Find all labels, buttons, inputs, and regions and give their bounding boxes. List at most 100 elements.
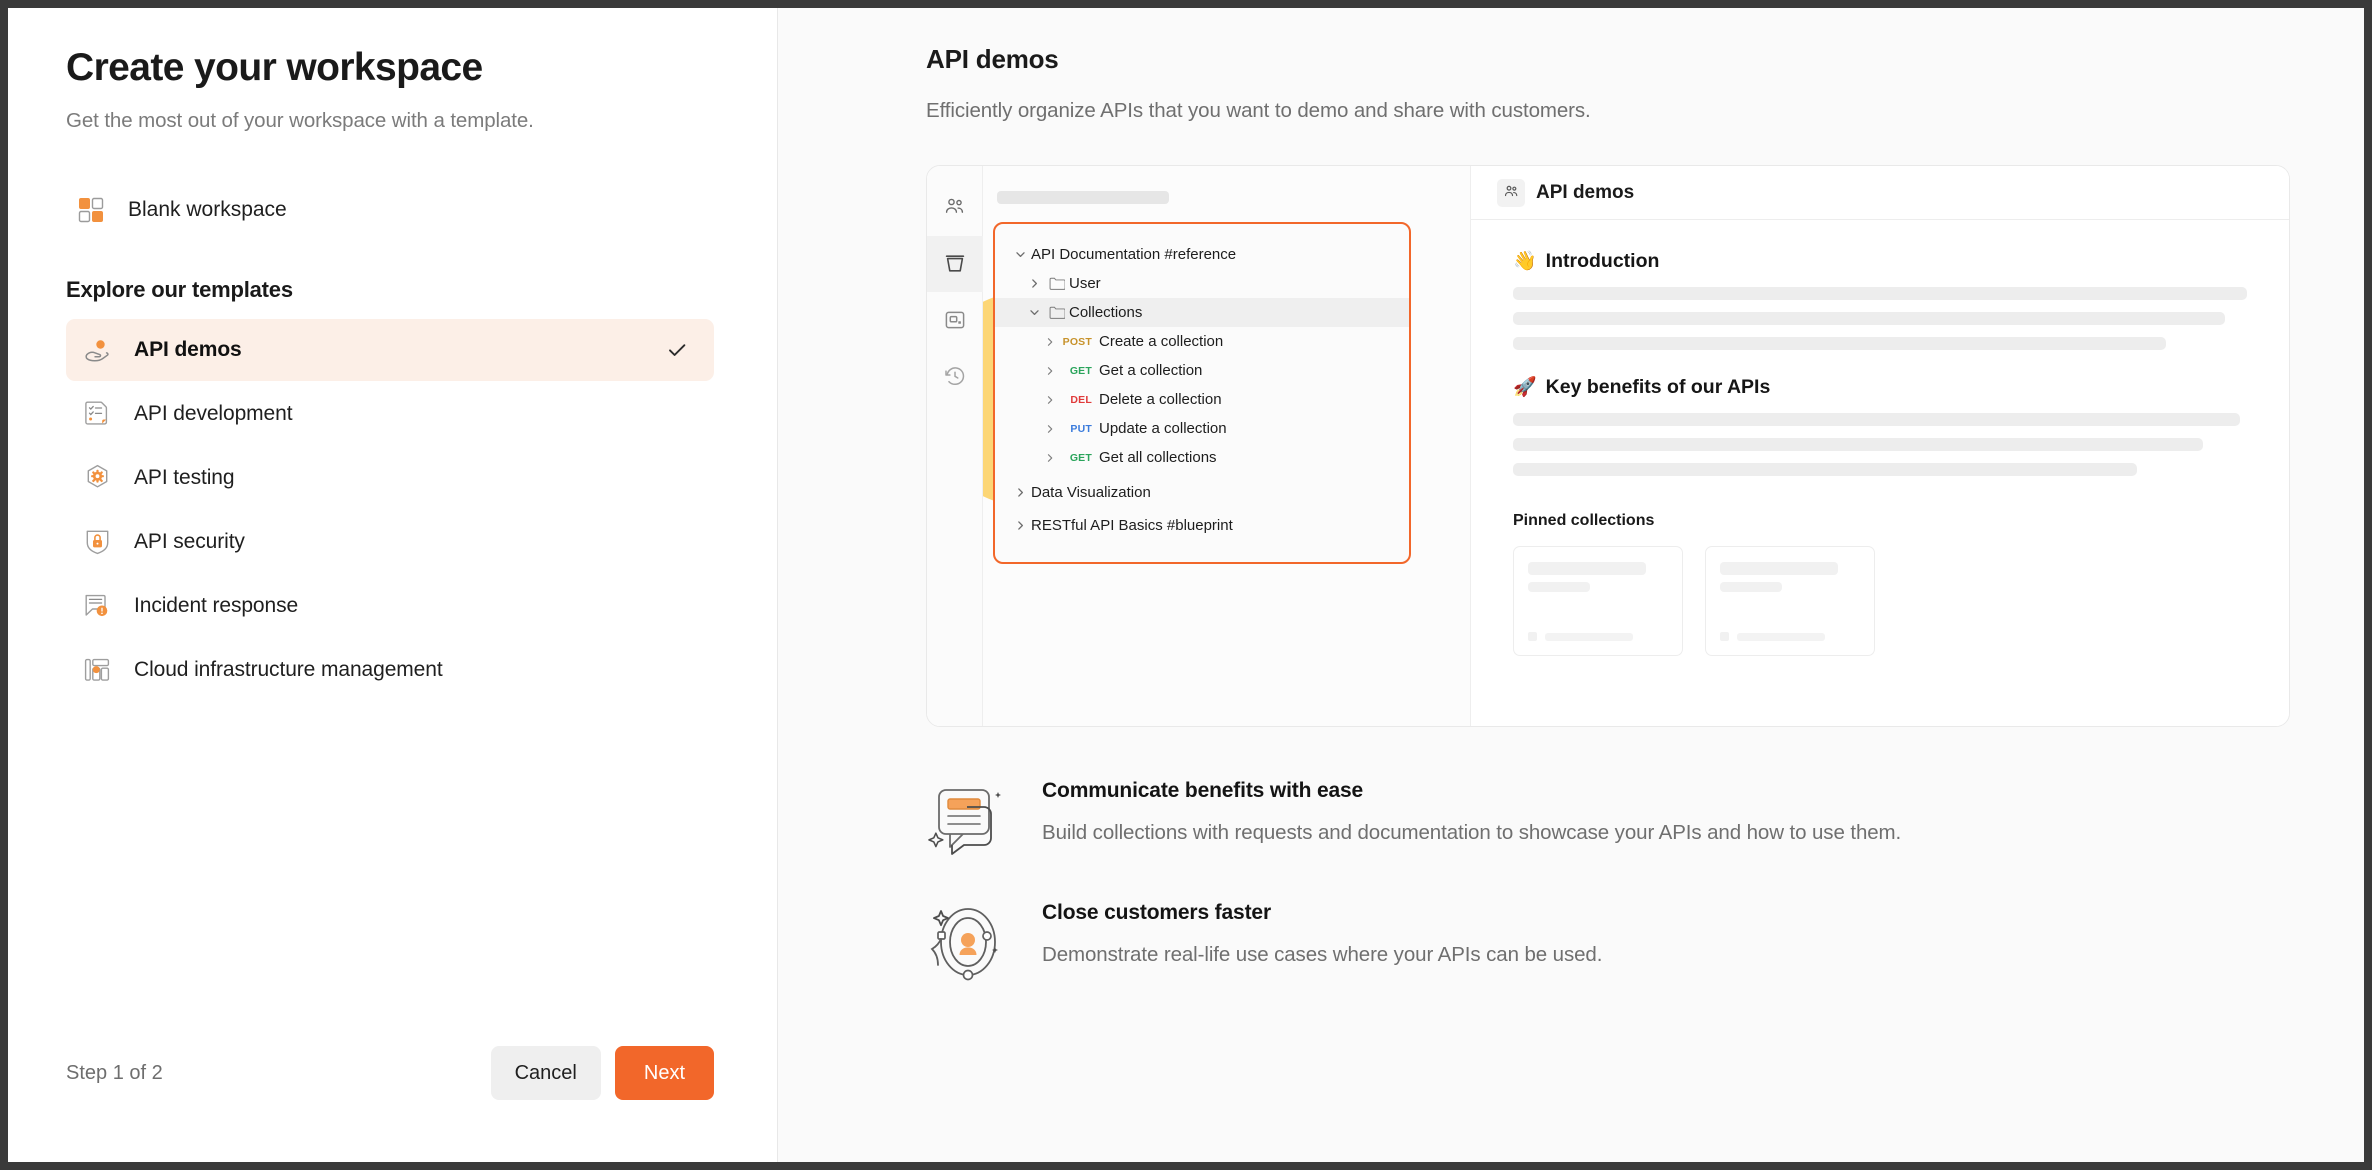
pinned-collection-card[interactable] bbox=[1513, 546, 1683, 656]
template-preview-card: API demos 👋 Introduction 🚀 bbox=[926, 165, 2290, 727]
tree-row-request[interactable]: GET Get all collections bbox=[995, 443, 1409, 472]
workspace-creation-dialog: Create your workspace Get the most out o… bbox=[8, 8, 2364, 1162]
cancel-button[interactable]: Cancel bbox=[491, 1046, 601, 1100]
template-item-api-testing[interactable]: API testing bbox=[66, 447, 714, 509]
tree-row-label: Get all collections bbox=[1099, 449, 1217, 466]
chevron-right-icon[interactable] bbox=[1009, 486, 1031, 499]
preview-main: API demos 👋 Introduction 🚀 bbox=[1471, 166, 2289, 726]
chevron-right-icon[interactable] bbox=[1023, 277, 1045, 290]
chat-alert-icon bbox=[82, 591, 112, 621]
hand-offer-icon bbox=[82, 335, 112, 365]
chevron-right-icon[interactable] bbox=[1039, 452, 1061, 464]
history-clock-icon[interactable] bbox=[927, 348, 983, 404]
chevron-right-icon[interactable] bbox=[1039, 394, 1061, 406]
tree-row-request[interactable]: DEL Delete a collection bbox=[995, 385, 1409, 414]
template-label: Cloud infrastructure management bbox=[134, 658, 443, 682]
chevron-right-icon[interactable] bbox=[1039, 336, 1061, 348]
feature-row: Close customers faster Demonstrate real-… bbox=[926, 901, 2290, 983]
tree-row-collection[interactable]: Data Visualization bbox=[995, 478, 1409, 507]
chevron-right-icon[interactable] bbox=[1039, 423, 1061, 435]
tree-row-collection[interactable]: API Documentation #reference bbox=[995, 240, 1409, 269]
tree-row-label: Update a collection bbox=[1099, 420, 1227, 437]
doc-skeleton-block bbox=[1513, 287, 2247, 350]
right-preview-panel: API demos Efficiently organize APIs that… bbox=[778, 8, 2364, 1162]
skeleton-line bbox=[1513, 287, 2247, 300]
templates-section-heading: Explore our templates bbox=[66, 277, 714, 303]
skeleton-line bbox=[1545, 633, 1633, 641]
template-label: Incident response bbox=[134, 594, 298, 618]
feature-row: Communicate benefits with ease Build col… bbox=[926, 779, 2290, 861]
skeleton-line bbox=[1528, 582, 1590, 592]
folder-icon bbox=[1045, 276, 1069, 291]
template-label: API development bbox=[134, 402, 292, 426]
http-method-badge: GET bbox=[1061, 365, 1099, 377]
tree-row-request[interactable]: GET Get a collection bbox=[995, 356, 1409, 385]
skeleton-line bbox=[1720, 562, 1838, 575]
skeleton-line bbox=[1513, 413, 2240, 426]
template-item-api-demos[interactable]: API demos bbox=[66, 319, 714, 381]
feature-title: Close customers faster bbox=[1042, 901, 1602, 925]
feature-title: Communicate benefits with ease bbox=[1042, 779, 1901, 803]
customer-orbit-icon bbox=[926, 901, 1012, 983]
chat-bubbles-icon bbox=[926, 779, 1012, 861]
page-title: Create your workspace bbox=[66, 46, 714, 91]
rocket-emoji-icon: 🚀 bbox=[1513, 378, 1537, 397]
tree-row-label: Delete a collection bbox=[1099, 391, 1222, 408]
card-footer bbox=[1528, 632, 1633, 641]
left-panel: Create your workspace Get the most out o… bbox=[8, 8, 778, 1162]
shield-lock-icon bbox=[82, 527, 112, 557]
step-indicator: Step 1 of 2 bbox=[66, 1062, 163, 1085]
tree-row-folder[interactable]: Collections bbox=[995, 298, 1409, 327]
template-item-cloud-infrastructure-management[interactable]: Cloud infrastructure management bbox=[66, 639, 714, 701]
card-footer bbox=[1720, 632, 1825, 641]
folder-icon bbox=[1045, 305, 1069, 320]
http-method-badge: GET bbox=[1061, 452, 1099, 464]
skeleton-line bbox=[1513, 463, 2137, 476]
pinned-collections-heading: Pinned collections bbox=[1513, 512, 2247, 530]
chevron-right-icon[interactable] bbox=[1039, 365, 1061, 377]
template-list: API demos bbox=[66, 319, 714, 701]
template-item-api-development[interactable]: API development bbox=[66, 383, 714, 445]
feature-list: Communicate benefits with ease Build col… bbox=[926, 779, 2290, 983]
chevron-right-icon[interactable] bbox=[1009, 519, 1031, 532]
preview-subtitle: Efficiently organize APIs that you want … bbox=[926, 99, 2290, 123]
tab-api-demos[interactable]: API demos bbox=[1483, 173, 1648, 213]
check-icon bbox=[666, 339, 688, 361]
doc-heading-key-benefits: 🚀 Key benefits of our APIs bbox=[1513, 376, 2247, 399]
skeleton-square bbox=[1720, 632, 1729, 641]
http-method-badge: DEL bbox=[1061, 394, 1099, 406]
tree-row-label: Collections bbox=[1069, 304, 1142, 321]
tab-label: API demos bbox=[1536, 182, 1634, 204]
skeleton-line bbox=[1513, 438, 2203, 451]
pinned-collections-grid bbox=[1513, 546, 2247, 656]
collections-tree-popover: API Documentation #reference User bbox=[993, 222, 1411, 564]
next-button[interactable]: Next bbox=[615, 1046, 714, 1100]
tree-row-label: Get a collection bbox=[1099, 362, 1202, 379]
team-people-icon[interactable] bbox=[927, 180, 983, 236]
http-method-badge: PUT bbox=[1061, 423, 1099, 435]
blank-workspace-option[interactable]: Blank workspace bbox=[66, 185, 714, 235]
template-item-incident-response[interactable]: Incident response bbox=[66, 575, 714, 637]
tree-row-collection[interactable]: RESTful API Basics #blueprint bbox=[995, 511, 1409, 540]
feature-description: Build collections with requests and docu… bbox=[1042, 821, 1901, 845]
preview-tabbar: API demos bbox=[1471, 166, 2289, 220]
doc-heading-introduction: 👋 Introduction bbox=[1513, 250, 2247, 273]
tree-row-folder[interactable]: User bbox=[995, 269, 1409, 298]
template-label: API testing bbox=[134, 466, 234, 490]
skeleton-line bbox=[1720, 582, 1782, 592]
dialog-footer: Step 1 of 2 Cancel Next bbox=[66, 1046, 714, 1100]
doc-skeleton-block bbox=[1513, 413, 2247, 476]
environments-box-icon[interactable] bbox=[927, 292, 983, 348]
blank-workspace-label: Blank workspace bbox=[128, 198, 287, 222]
pinned-collection-card[interactable] bbox=[1705, 546, 1875, 656]
tree-row-request[interactable]: POST Create a collection bbox=[995, 327, 1409, 356]
template-item-api-security[interactable]: API security bbox=[66, 511, 714, 573]
chevron-down-icon[interactable] bbox=[1009, 248, 1031, 261]
collections-bucket-icon[interactable] bbox=[927, 236, 983, 292]
hex-gear-icon bbox=[82, 463, 112, 493]
skeleton-line bbox=[1737, 633, 1825, 641]
feature-text: Close customers faster Demonstrate real-… bbox=[1042, 901, 1602, 967]
chevron-down-icon[interactable] bbox=[1023, 306, 1045, 319]
doc-heading-text: Introduction bbox=[1546, 250, 1660, 273]
tree-row-request[interactable]: PUT Update a collection bbox=[995, 414, 1409, 443]
